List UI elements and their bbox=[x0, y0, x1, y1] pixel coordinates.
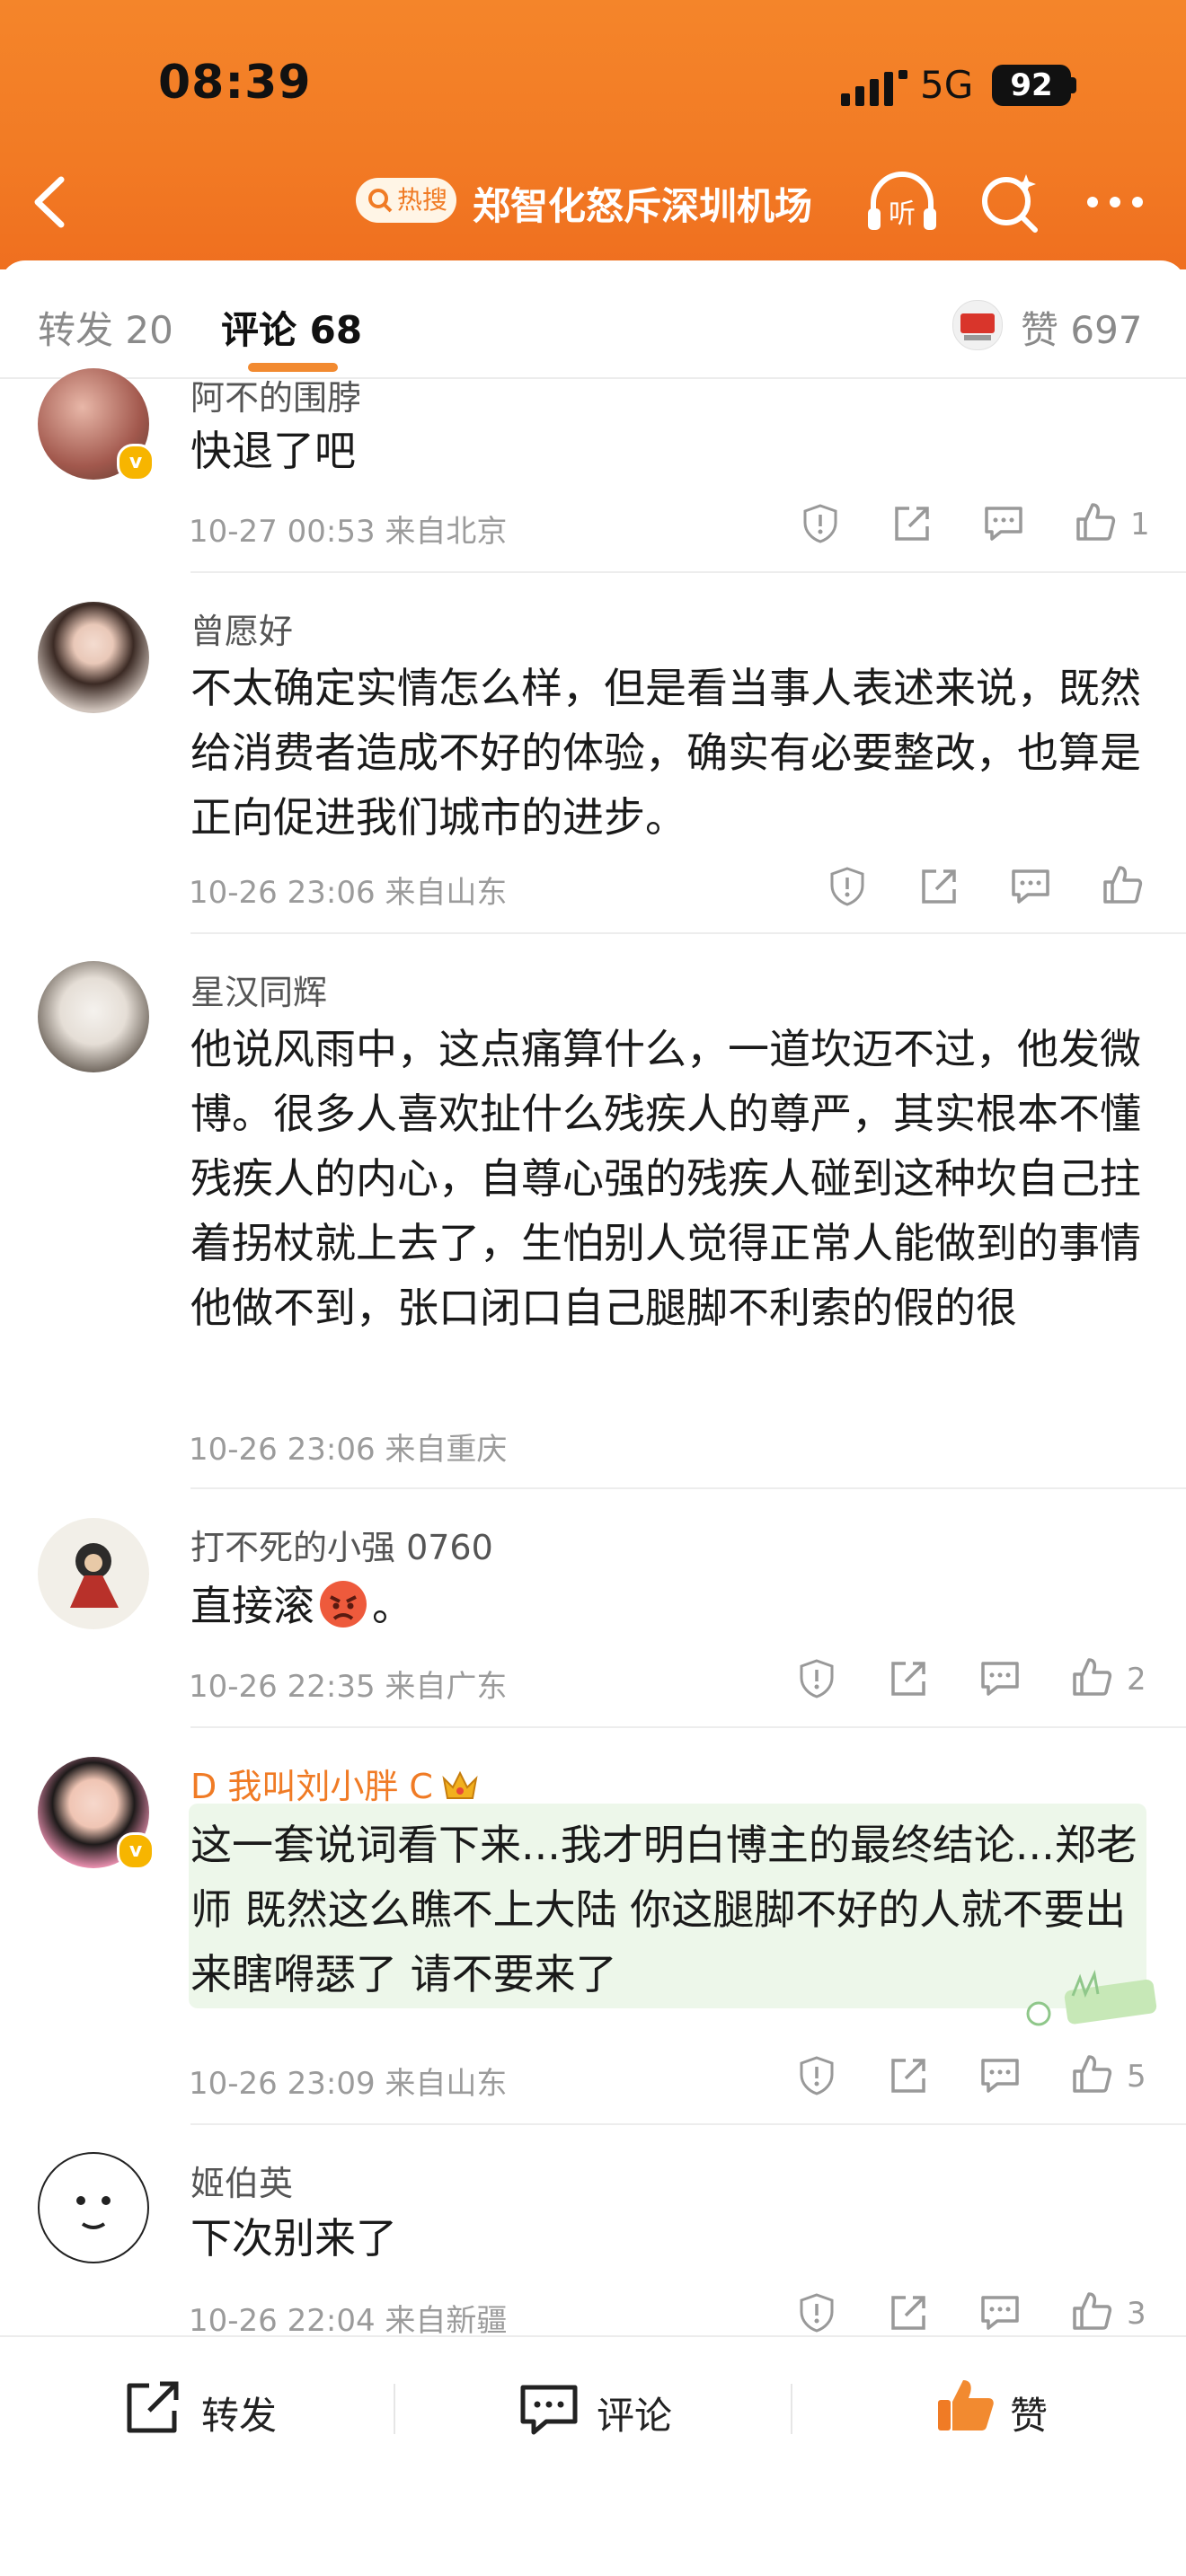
page-title: 郑智化怒斥深圳机场 bbox=[473, 184, 813, 228]
back-arrow-icon[interactable] bbox=[25, 171, 75, 234]
reply-icon[interactable] bbox=[979, 2055, 1021, 2096]
comment-text: 下次别来了 bbox=[190, 2214, 397, 2263]
report-icon[interactable] bbox=[796, 1658, 837, 1699]
share-icon[interactable] bbox=[918, 866, 960, 907]
share-icon[interactable] bbox=[888, 1658, 929, 1699]
avatar[interactable] bbox=[38, 2152, 149, 2263]
bottom-divider bbox=[0, 2335, 1186, 2337]
comment-meta: 10-26 22:04 来自新疆 bbox=[189, 2303, 508, 2339]
battery-indicator: 92 bbox=[992, 65, 1071, 106]
hot-search-badge[interactable]: 热搜 bbox=[356, 178, 456, 223]
comment-meta: 10-26 23:09 来自山东 bbox=[189, 2066, 508, 2102]
bottom-action-bar bbox=[0, 2337, 1186, 2576]
crown-icon bbox=[440, 1768, 480, 1804]
thumbs-up-icon[interactable] bbox=[1071, 2290, 1112, 2332]
comment-username[interactable]: 阿不的围脖 bbox=[190, 370, 361, 419]
comment-username[interactable]: D 我叫刘小胖 C bbox=[190, 1759, 480, 1808]
comment-meta: 10-27 00:53 来自北京 bbox=[189, 514, 508, 550]
share-icon[interactable] bbox=[888, 2292, 929, 2333]
verified-badge: v bbox=[117, 1832, 155, 1870]
report-icon[interactable] bbox=[796, 2055, 837, 2096]
reply-icon[interactable] bbox=[979, 1658, 1021, 1699]
like-count: 3 bbox=[1127, 2296, 1146, 2332]
angry-emoji-icon bbox=[318, 1579, 368, 1629]
comment-text: 快退了吧 bbox=[190, 427, 356, 475]
comment-button[interactable]: 评论 bbox=[597, 2386, 672, 2440]
comment-username[interactable]: 星汉同辉 bbox=[190, 965, 327, 1014]
like-count: 5 bbox=[1127, 2059, 1146, 2095]
comment-username[interactable]: 姬伯英 bbox=[190, 2156, 293, 2205]
reply-icon[interactable] bbox=[983, 503, 1024, 544]
svg-text:听: 听 bbox=[889, 198, 916, 230]
bottom-separator bbox=[791, 2384, 792, 2434]
more-icon[interactable] bbox=[1084, 189, 1146, 216]
repost-icon[interactable] bbox=[122, 2378, 185, 2438]
report-icon[interactable] bbox=[827, 866, 868, 907]
thumbs-up-icon[interactable] bbox=[1071, 1656, 1112, 1698]
report-icon[interactable] bbox=[796, 2292, 837, 2333]
thumbs-up-icon[interactable] bbox=[1071, 2053, 1112, 2095]
listen-headphone-icon[interactable]: 听 bbox=[864, 167, 940, 239]
reply-icon[interactable] bbox=[1010, 866, 1051, 907]
tab-likes[interactable]: 赞 697 bbox=[1021, 300, 1143, 355]
reply-icon[interactable] bbox=[979, 2292, 1021, 2333]
search-icon bbox=[368, 189, 393, 213]
comment-text: 他说风雨中，这点痛算什么，一道坎迈不过，他发微博。很多人喜欢扯什么残疾人的尊严，… bbox=[190, 1025, 1141, 1332]
comment-separator bbox=[190, 1726, 1186, 1728]
repost-button[interactable]: 转发 bbox=[201, 2386, 277, 2440]
tab-comment[interactable]: 评论 68 bbox=[221, 300, 362, 355]
comment-text: 这一套说词看下来...我才明白博主的最终结论...郑老师 既然这么瞧不上大陆 你… bbox=[190, 1821, 1137, 1998]
comment-icon[interactable] bbox=[518, 2380, 580, 2439]
decorative-sticker-icon bbox=[1026, 1970, 1157, 2026]
network-type: 5G bbox=[920, 63, 974, 107]
search-sparkle-icon[interactable] bbox=[978, 171, 1040, 235]
liker-avatar[interactable] bbox=[952, 300, 1003, 350]
comment-text: 不太确定实情怎么样，但是看当事人表述来说，既然给消费者造成不好的体验，确实有必要… bbox=[190, 664, 1141, 842]
comment-username[interactable]: 打不死的小强 0760 bbox=[190, 1520, 493, 1569]
comment-separator bbox=[190, 1487, 1186, 1489]
avatar[interactable] bbox=[38, 961, 149, 1072]
avatar[interactable] bbox=[38, 602, 149, 713]
tab-repost[interactable]: 转发 20 bbox=[38, 300, 173, 355]
like-button[interactable]: 赞 bbox=[1010, 2386, 1048, 2440]
like-count: 1 bbox=[1130, 507, 1150, 543]
thumbs-up-icon[interactable] bbox=[1075, 501, 1116, 543]
comment-separator bbox=[190, 571, 1186, 573]
comment-text: 直接滚。 bbox=[190, 1574, 1152, 1638]
comment-meta: 10-26 23:06 来自重庆 bbox=[189, 1432, 508, 1468]
comment-separator bbox=[190, 2123, 1186, 2125]
share-icon[interactable] bbox=[888, 2055, 929, 2096]
hot-badge-label: 热搜 bbox=[397, 185, 448, 215]
comment-meta: 10-26 22:35 来自广东 bbox=[189, 1669, 508, 1705]
status-time: 08:39 bbox=[158, 56, 312, 110]
tabs-divider bbox=[0, 377, 1186, 379]
avatar[interactable] bbox=[38, 1518, 149, 1629]
verified-badge: v bbox=[117, 444, 155, 481]
like-count: 2 bbox=[1127, 1662, 1146, 1698]
share-icon[interactable] bbox=[891, 503, 933, 544]
comment-meta: 10-26 23:06 来自山东 bbox=[189, 875, 508, 911]
report-icon[interactable] bbox=[800, 503, 841, 544]
comment-username[interactable]: 曾愿好 bbox=[190, 604, 293, 653]
bottom-separator bbox=[394, 2384, 395, 2434]
like-thumbs-up-icon[interactable] bbox=[934, 2375, 997, 2434]
signal-icon bbox=[841, 70, 907, 106]
thumbs-up-icon[interactable] bbox=[1102, 864, 1143, 905]
battery-tip bbox=[1071, 77, 1076, 93]
comment-separator bbox=[190, 932, 1186, 934]
